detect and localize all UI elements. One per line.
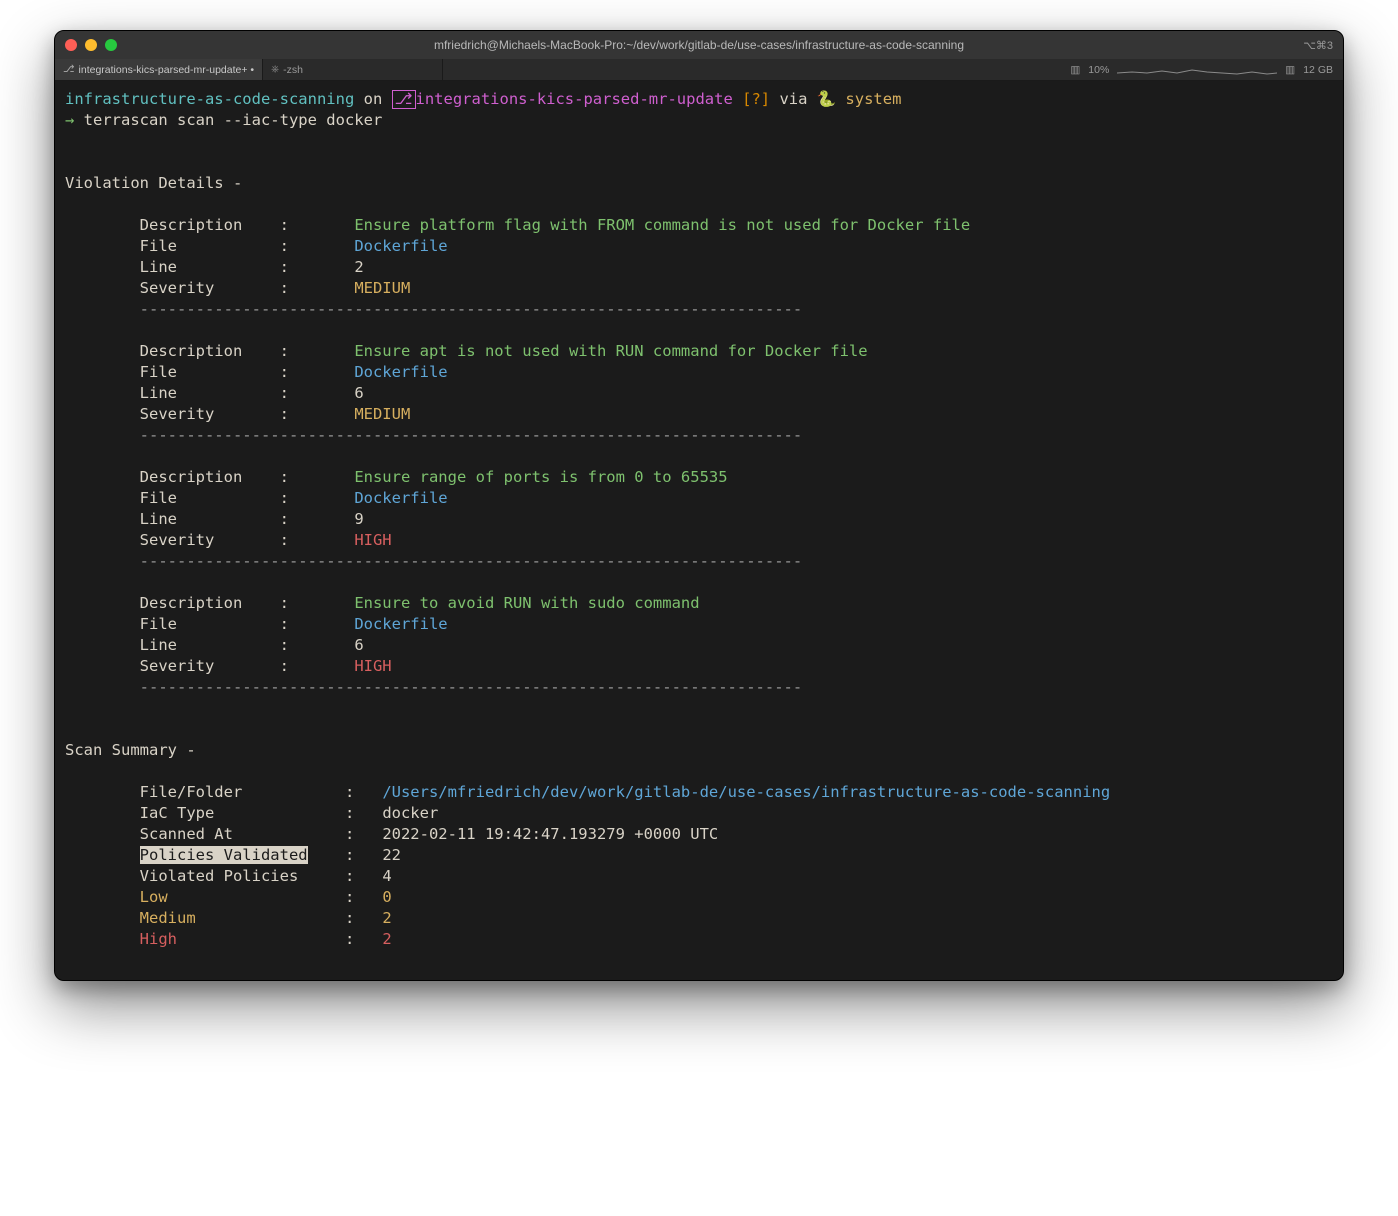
divider: ----------------------------------------…	[140, 300, 803, 318]
violation-line: 9	[354, 510, 363, 528]
window-title: mfriedrich@Michaels-MacBook-Pro:~/dev/wo…	[55, 38, 1343, 52]
terminal-window: mfriedrich@Michaels-MacBook-Pro:~/dev/wo…	[54, 30, 1344, 981]
violation-desc: Ensure platform flag with FROM command i…	[354, 216, 970, 234]
summary-medium: 2	[382, 909, 391, 927]
violation-severity: MEDIUM	[354, 279, 410, 297]
status-bar: ▥ 10% ▥ 12 GB	[1070, 59, 1343, 80]
minimize-icon[interactable]	[85, 39, 97, 51]
violation-file: Dockerfile	[354, 615, 447, 633]
fullscreen-icon[interactable]	[105, 39, 117, 51]
divider: ----------------------------------------…	[140, 552, 803, 570]
summary-folder: /Users/mfriedrich/dev/work/gitlab-de/use…	[382, 783, 1110, 801]
violation-header: Violation Details -	[65, 174, 242, 192]
cpu-sparkline	[1117, 63, 1277, 77]
branch-icon: ⎇	[63, 64, 75, 75]
summary-policies-label: Policies Validated	[140, 846, 308, 864]
violation-file: Dockerfile	[354, 237, 447, 255]
summary-violated: 4	[382, 867, 391, 885]
cpu-percent: 10%	[1088, 64, 1109, 76]
divider: ----------------------------------------…	[140, 426, 803, 444]
violation-line: 6	[354, 636, 363, 654]
violation-desc: Ensure to avoid RUN with sudo command	[354, 594, 699, 612]
memory: 12 GB	[1303, 64, 1333, 76]
summary-high: 2	[382, 930, 391, 948]
summary-policies: 22	[382, 846, 401, 864]
violation-line: 6	[354, 384, 363, 402]
prompt-branch: ⎇integrations-kics-parsed-mr-update	[392, 90, 733, 108]
violation-desc: Ensure range of ports is from 0 to 65535	[354, 468, 727, 486]
tab-label: integrations-kics-parsed-mr-update+ •	[79, 64, 255, 76]
mem-icon: ▥	[1285, 64, 1295, 76]
summary-scanned: 2022-02-11 19:42:47.193279 +0000 UTC	[382, 825, 718, 843]
tab-branch[interactable]: ⎇ integrations-kics-parsed-mr-update+ •	[55, 59, 263, 80]
violation-severity: MEDIUM	[354, 405, 410, 423]
violation-desc: Ensure apt is not used with RUN command …	[354, 342, 867, 360]
violation-line: 2	[354, 258, 363, 276]
summary-low: 0	[382, 888, 391, 906]
terminal-body[interactable]: infrastructure-as-code-scanning on ⎇inte…	[55, 81, 1343, 980]
prompt-arrow: →	[65, 111, 84, 129]
scan-summary-header: Scan Summary -	[65, 741, 196, 759]
command: terrascan scan --iac-type docker	[84, 111, 383, 129]
snake-icon: 🐍	[817, 90, 836, 108]
summary-iactype: docker	[382, 804, 438, 822]
divider: ----------------------------------------…	[140, 678, 803, 696]
traffic-lights	[65, 39, 117, 51]
violation-file: Dockerfile	[354, 489, 447, 507]
cpu-icon: ▥	[1070, 64, 1080, 76]
prompt-dir: infrastructure-as-code-scanning	[65, 90, 354, 108]
shell-icon: ⎈	[271, 64, 279, 75]
close-icon[interactable]	[65, 39, 77, 51]
shortcut-hint: ⌥⌘3	[1303, 39, 1333, 52]
tab-bar: ⎇ integrations-kics-parsed-mr-update+ • …	[55, 59, 1343, 81]
violation-severity: HIGH	[354, 657, 391, 675]
tab-label: -zsh	[283, 64, 303, 76]
violation-file: Dockerfile	[354, 363, 447, 381]
tab-zsh[interactable]: ⎈ -zsh	[263, 59, 443, 80]
violation-severity: HIGH	[354, 531, 391, 549]
titlebar[interactable]: mfriedrich@Michaels-MacBook-Pro:~/dev/wo…	[55, 31, 1343, 59]
